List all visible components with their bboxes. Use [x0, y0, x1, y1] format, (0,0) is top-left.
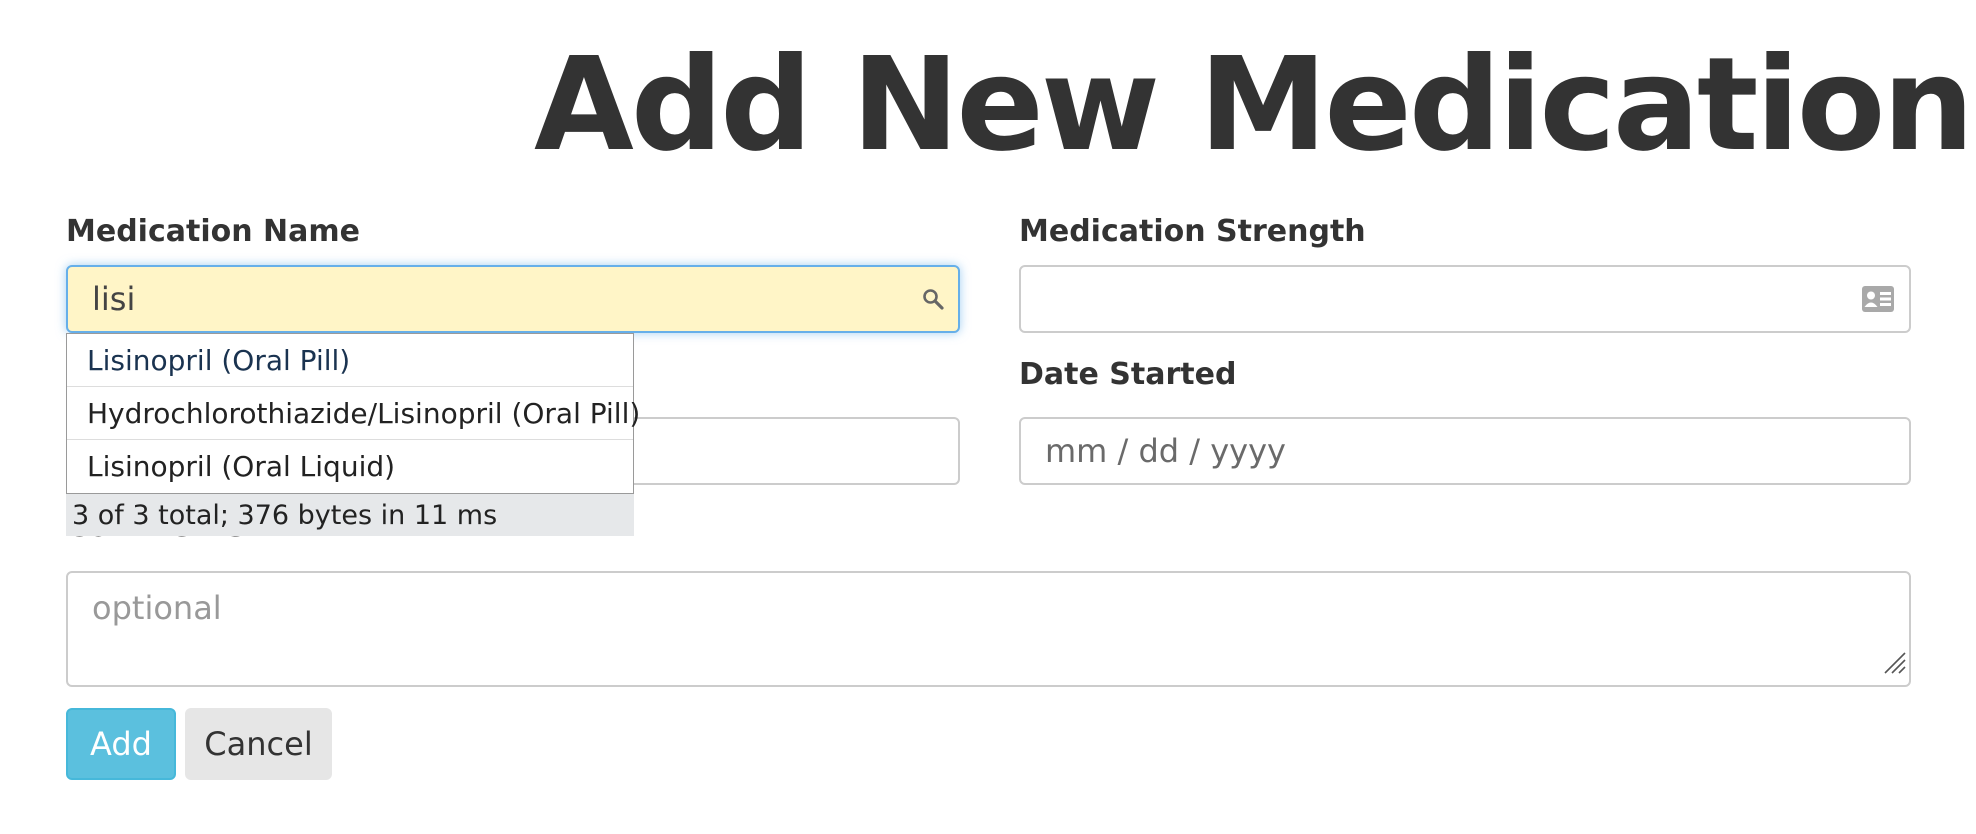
autocomplete-dropdown: Lisinopril (Oral Pill) Hydrochlorothiazi… [66, 333, 640, 494]
date-started-placeholder: mm / dd / yyyy [1045, 432, 1286, 470]
search-icon [922, 288, 944, 310]
medication-name-value: lisi [92, 280, 136, 318]
resize-grip-icon[interactable] [1881, 645, 1907, 683]
page-title: Add New Medication [534, 30, 1974, 180]
medication-strength-label: Medication Strength [1019, 214, 1366, 249]
autocomplete-option[interactable]: Hydrochlorothiazide/Lisinopril (Oral Pil… [67, 387, 640, 440]
comments-placeholder: optional [92, 589, 222, 627]
date-started-input[interactable]: mm / dd / yyyy [1019, 417, 1911, 485]
medication-name-input[interactable]: lisi [66, 265, 960, 333]
add-medication-page: Add New Medication Medication Name lisi … [0, 0, 1976, 834]
cancel-button[interactable]: Cancel [185, 708, 332, 780]
medication-name-label: Medication Name [66, 214, 360, 249]
add-button[interactable]: Add [66, 708, 176, 780]
autocomplete-status: 3 of 3 total; 376 bytes in 11 ms [66, 494, 634, 536]
medication-strength-input[interactable] [1019, 265, 1911, 333]
autocomplete-option[interactable]: Lisinopril (Oral Pill) [67, 334, 633, 387]
date-started-label: Date Started [1019, 357, 1237, 392]
comments-textarea[interactable]: optional [66, 571, 1911, 687]
autocomplete-option[interactable]: Lisinopril (Oral Liquid) [67, 440, 633, 493]
contact-card-icon[interactable] [1861, 285, 1895, 313]
